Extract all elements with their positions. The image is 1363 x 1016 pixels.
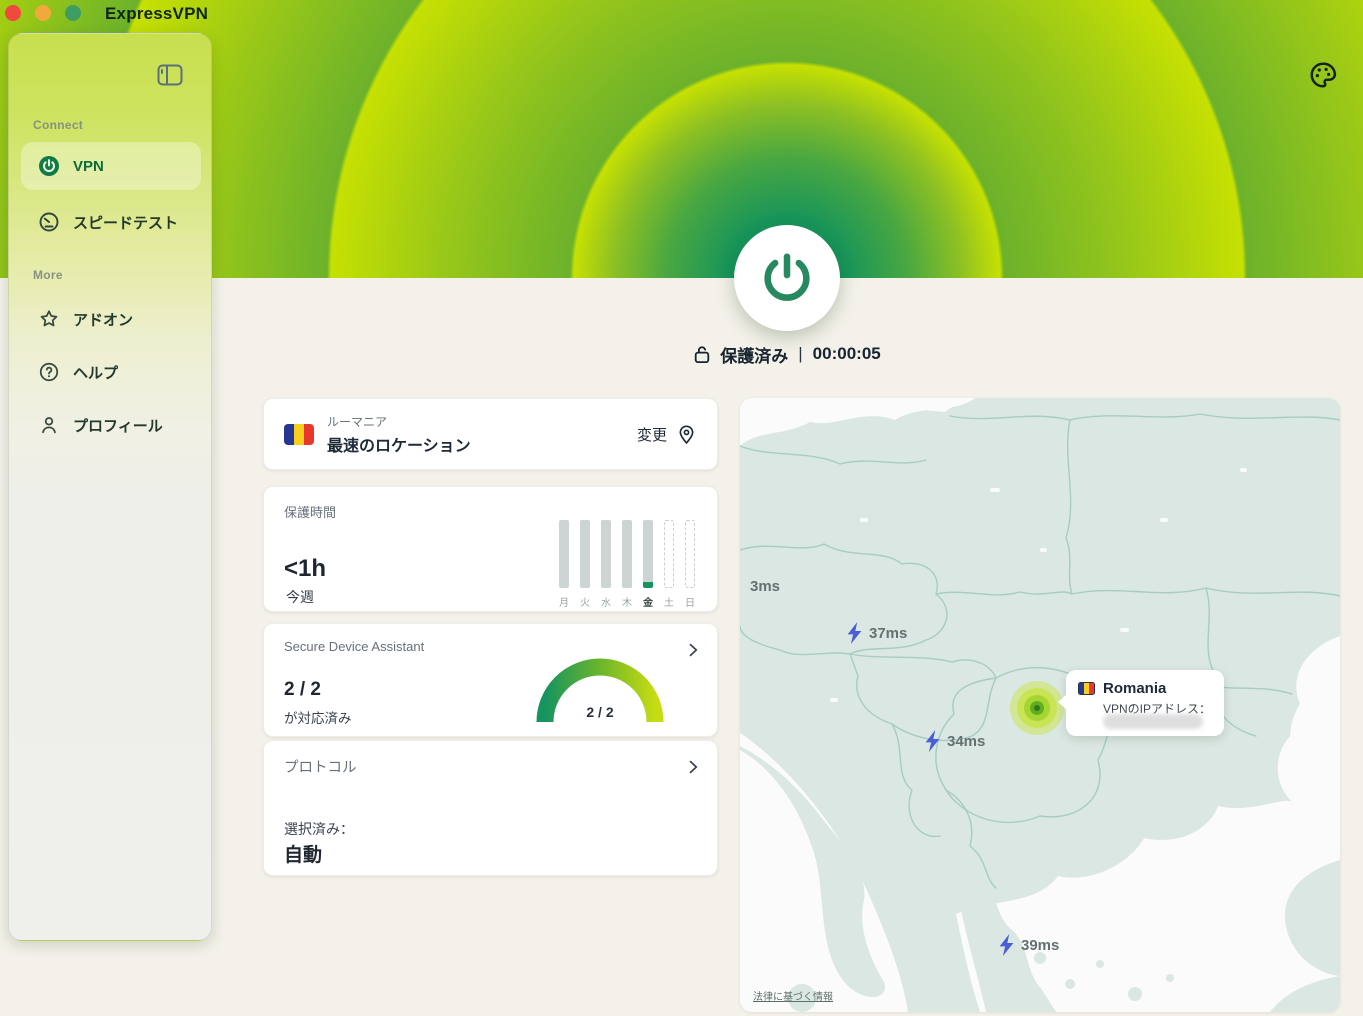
latency-marker-athens: 39ms [998,934,1059,956]
palette-icon [1308,60,1338,90]
bar-tue [580,520,590,588]
vpn-power-button[interactable] [734,225,840,331]
change-location-button[interactable]: 変更 [637,424,697,445]
minimize-window-button[interactable] [35,5,51,21]
close-window-button[interactable] [5,5,21,21]
sidebar-item-label: プロフィール [73,415,163,436]
sidebar-section-more: More [33,268,63,282]
chevron-right-icon[interactable] [683,640,703,660]
sidebar-item-label: アドオン [73,309,133,330]
latency-label: 34ms [947,733,985,750]
location-card[interactable]: ルーマニア 最速のロケーション 変更 [263,398,718,470]
sidebar-item-help[interactable]: ヘルプ [21,348,201,396]
sidebar-item-vpn[interactable]: VPN [21,142,201,190]
latency-marker-prague: 3ms [750,578,780,595]
titlebar: ExpressVPN [0,0,1363,28]
location-country: ルーマニア [327,413,471,430]
sda-gauge: 2 / 2 [535,652,665,724]
change-label: 変更 [637,424,667,445]
lightning-bolt-icon [924,730,941,752]
help-icon [38,361,60,383]
sda-subtitle: が対応済み [284,707,352,727]
sidebar-toggle-button[interactable] [157,64,183,86]
connected-location-marker [1010,681,1064,735]
secure-device-assistant-card[interactable]: Secure Device Assistant 2 / 2 が対応済み 2 / … [263,623,718,737]
status-label: 保護済み [720,342,788,367]
connection-status: 保護済み | 00:00:05 [587,341,987,367]
sda-value: 2 / 2 [284,679,321,701]
sidebar-item-label: ヘルプ [73,362,118,383]
day-label-today: 金 [643,594,653,609]
zoom-window-button[interactable] [65,5,81,21]
map-attribution-link[interactable]: 法律に基づく情報 [753,988,833,1003]
lightning-bolt-icon [846,622,863,644]
sidebar-item-label: スピードテスト [73,212,178,233]
bar-thu [622,520,632,588]
bar-sat-upcoming [664,520,674,588]
bar-fri-active [643,520,653,588]
theme-palette-button[interactable] [1308,60,1338,90]
day-label: 火 [580,594,590,609]
sidebar-item-label: VPN [73,158,104,175]
lightning-bolt-icon [998,934,1015,956]
bar-sun-upcoming [685,520,695,588]
day-label: 水 [601,594,611,609]
sidebar-item-addons[interactable]: アドオン [21,295,201,343]
person-icon [38,414,60,436]
power-icon [758,249,816,307]
redacted-ip-value [1103,714,1203,729]
sidebar: Connect VPN スピードテスト More アドオン [8,33,212,941]
latency-marker-belgrade: 34ms [924,730,985,752]
day-label: 月 [559,594,569,609]
sidebar-section-connect: Connect [33,118,83,132]
latency-label: 37ms [869,625,907,642]
protocol-card-title: プロトコル [284,756,697,777]
romania-flag-icon [284,424,314,445]
vpn-ip-tooltip: Romania VPNのIPアドレス： [1066,670,1224,736]
location-title: 最速のロケーション [327,432,471,456]
protocol-selected-label: 選択済み： [284,819,354,839]
speedometer-icon [38,211,60,233]
chevron-right-icon[interactable] [683,757,703,777]
bar-wed [601,520,611,588]
day-label: 土 [664,594,674,609]
latency-label: 3ms [750,578,780,595]
status-timer: 00:00:05 [813,344,881,364]
sidebar-toggle-icon [157,64,183,86]
sidebar-item-speedtest[interactable]: スピードテスト [21,198,201,246]
protection-value: <1h [284,555,326,583]
tooltip-country: Romania [1103,680,1166,697]
location-pin-icon [676,424,697,445]
latency-marker-budapest: 37ms [846,622,907,644]
bar-mon [559,520,569,588]
protocol-card[interactable]: プロトコル 選択済み： 自動 [263,740,718,876]
day-label: 木 [622,594,632,609]
power-icon [38,155,60,177]
weekly-protection-chart: 月 火 水 木 金 土 日 [559,520,695,609]
protocol-value: 自動 [284,840,322,867]
star-icon [38,308,60,330]
protection-time-card: 保護時間 <1h 今週 月 火 水 木 金 土 日 [263,486,718,612]
sda-gauge-label: 2 / 2 [535,704,665,720]
app-title: ExpressVPN [105,4,208,24]
latency-label: 39ms [1021,937,1059,954]
expressvpn-window: ExpressVPN Connect VPN [0,0,1363,1016]
protection-period: 今週 [286,587,314,607]
lock-icon [693,344,711,364]
sidebar-item-profile[interactable]: プロフィール [21,401,201,449]
day-label: 日 [685,594,695,609]
protection-card-title: 保護時間 [284,502,697,521]
status-separator: | [797,344,803,364]
map-card: 3ms 37ms 34ms 39ms R [740,398,1340,1012]
romania-flag-icon [1078,682,1095,695]
